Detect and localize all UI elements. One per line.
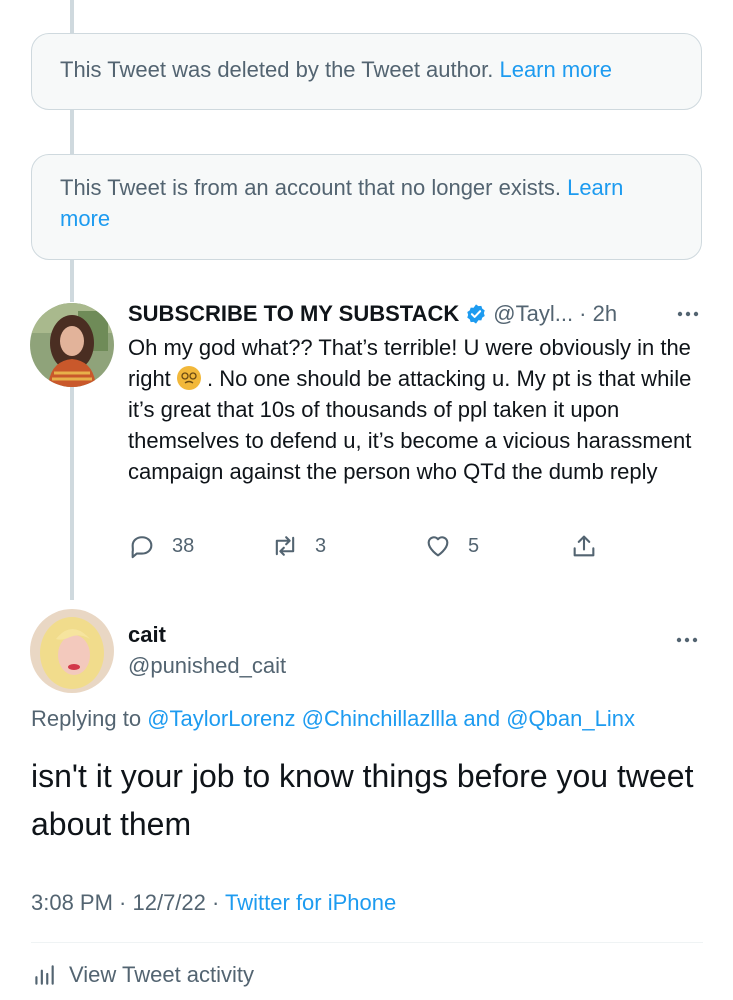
like-count: 5 bbox=[468, 534, 480, 557]
reply-count: 38 bbox=[172, 534, 195, 557]
tweet-source-link[interactable]: Twitter for iPhone bbox=[225, 890, 396, 915]
more-icon[interactable] bbox=[672, 628, 702, 652]
deleted-tweet-notice: This Tweet was deleted by the Tweet auth… bbox=[31, 33, 702, 110]
more-icon[interactable] bbox=[673, 302, 703, 326]
replying-to: Replying to @TaylorLorenz @Chinchillazll… bbox=[31, 706, 635, 732]
replying-to-label: Replying to bbox=[31, 706, 142, 731]
account-gone-text: This Tweet is from an account that no lo… bbox=[60, 175, 561, 200]
reply-button[interactable]: 38 bbox=[128, 532, 194, 560]
avatar[interactable] bbox=[30, 303, 114, 387]
reply-icon bbox=[131, 536, 153, 559]
tweet-timestamp-row: 3:08 PM · 12/7/22 · Twitter for iPhone bbox=[31, 890, 396, 916]
share-button[interactable] bbox=[570, 532, 614, 560]
thread-line-top bbox=[70, 0, 74, 33]
avatar[interactable] bbox=[30, 609, 114, 693]
dizzy-face-emoji-icon bbox=[176, 366, 201, 390]
share-icon bbox=[573, 535, 595, 557]
tweet-header: SUBSCRIBE TO MY SUBSTACK @Tayl... · 2h bbox=[128, 298, 703, 330]
retweet-icon bbox=[275, 536, 295, 556]
view-tweet-activity-button[interactable]: View Tweet activity bbox=[31, 962, 254, 988]
tweet-text: Oh my god what?? That’s terrible! U were… bbox=[128, 332, 708, 487]
analytics-icon bbox=[35, 965, 54, 985]
display-name[interactable]: cait bbox=[128, 622, 166, 648]
divider bbox=[31, 942, 703, 943]
like-button[interactable]: 5 bbox=[424, 532, 479, 560]
main-tweet-text: isn't it your job to know things before … bbox=[31, 758, 694, 842]
view-tweet-activity-label: View Tweet activity bbox=[69, 962, 255, 987]
user-handle[interactable]: @punished_cait bbox=[128, 653, 286, 679]
tweet-timestamp[interactable]: 3:08 PM · 12/7/22 · bbox=[31, 890, 225, 915]
display-name[interactable]: SUBSCRIBE TO MY SUBSTACK bbox=[128, 301, 459, 327]
retweet-button[interactable]: 3 bbox=[271, 532, 326, 560]
avatar-image bbox=[30, 609, 114, 693]
thread-line-lower bbox=[70, 260, 74, 302]
tweet-text-part-2: . No one should be attacking u. My pt is… bbox=[128, 366, 692, 484]
handle-and-time[interactable]: @Tayl... · 2h bbox=[493, 301, 617, 327]
verified-badge-icon bbox=[467, 304, 485, 324]
tweet-actions: 38 3 5 bbox=[128, 532, 608, 566]
mention-link[interactable]: @TaylorLorenz bbox=[147, 706, 295, 731]
avatar-image bbox=[30, 303, 114, 387]
thread-line-mid bbox=[70, 110, 74, 154]
learn-more-link[interactable]: Learn more bbox=[499, 57, 612, 82]
like-icon bbox=[427, 536, 449, 557]
deleted-notice-text: This Tweet was deleted by the Tweet auth… bbox=[60, 57, 494, 82]
retweet-count: 3 bbox=[315, 534, 327, 557]
account-gone-notice: This Tweet is from an account that no lo… bbox=[31, 154, 702, 260]
mention-link[interactable]: @Chinchillazllla bbox=[302, 706, 458, 731]
and-link[interactable]: and bbox=[463, 706, 500, 731]
thread-line-bottom bbox=[70, 386, 74, 600]
mention-link[interactable]: @Qban_Linx bbox=[506, 706, 635, 731]
